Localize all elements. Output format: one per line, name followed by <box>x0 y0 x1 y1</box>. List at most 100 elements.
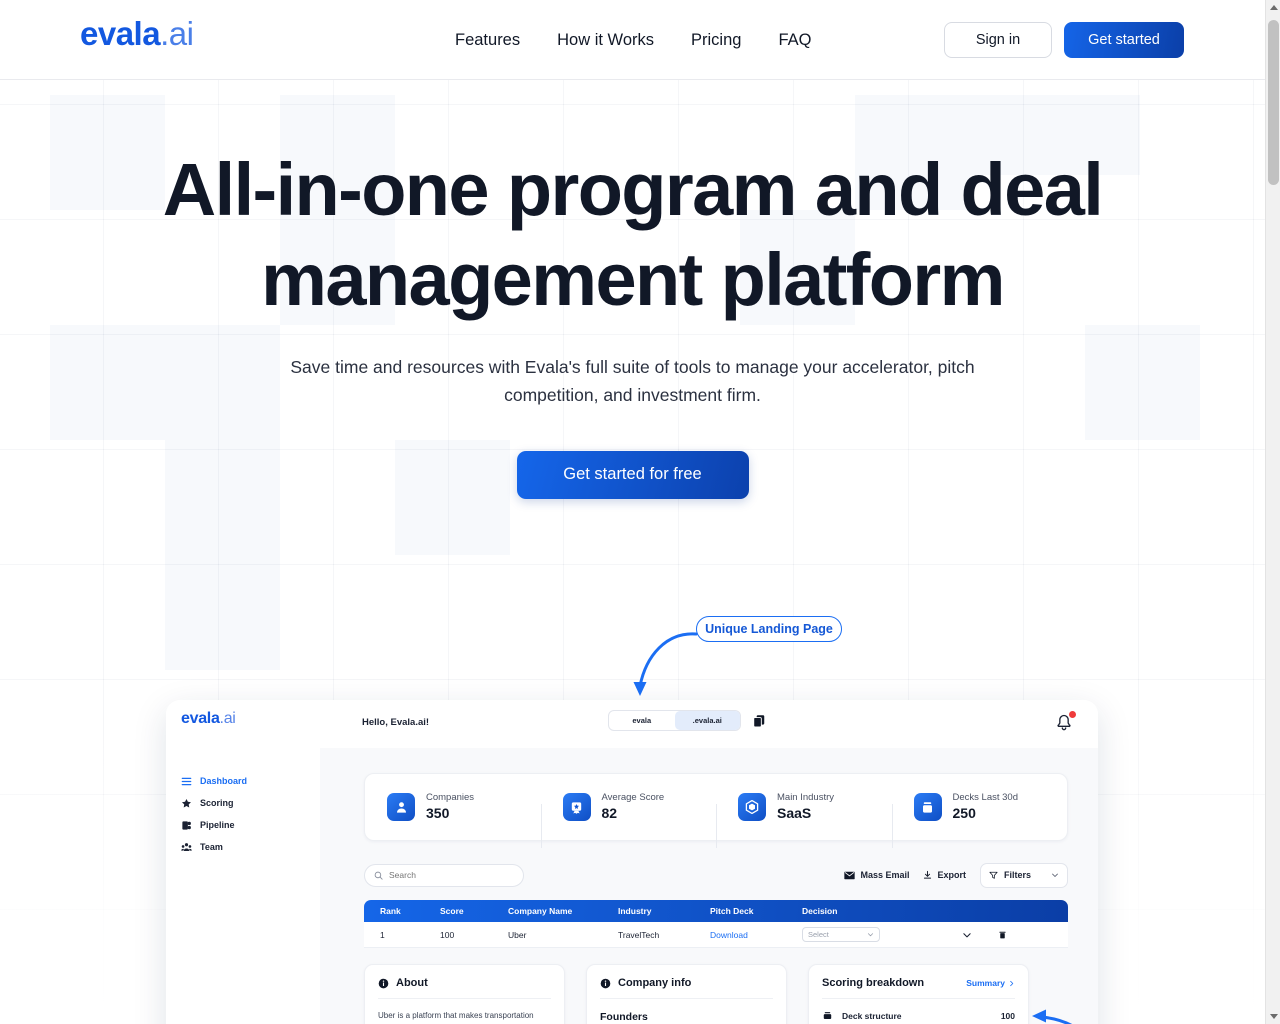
info-icon <box>378 978 389 988</box>
dashboard-sidebar: Dashboard Scoring Pipeline Team <box>166 748 320 1024</box>
search-input[interactable] <box>389 870 509 880</box>
cube-icon <box>738 793 766 821</box>
deck-icon <box>913 793 942 821</box>
nav-item-faq[interactable]: FAQ <box>778 31 811 50</box>
dashboard-mockup: evala.ai Hello, Evala.ai! evala .evala.a… <box>166 700 1098 1024</box>
table-header-row: Rank Score Company Name Industry Pitch D… <box>364 900 1068 922</box>
cell-company-name: Uber <box>508 929 527 940</box>
decision-select-value: Select <box>808 930 829 939</box>
company-info-card-title: Company info <box>618 977 692 989</box>
sidebar-item-label: Pipeline <box>200 820 235 830</box>
menu-icon <box>181 777 192 785</box>
about-card-header: About <box>378 977 551 999</box>
summary-link[interactable]: Summary <box>966 978 1015 988</box>
export-label: Export <box>937 870 966 880</box>
scroll-down-arrow-icon[interactable] <box>1266 1009 1280 1024</box>
company-info-card-header: Company info <box>600 977 773 999</box>
filters-dropdown[interactable]: Filters <box>980 862 1068 888</box>
download-link[interactable]: Download <box>710 930 802 940</box>
cell-industry: TravelTech <box>618 929 660 940</box>
site-header: evala.ai Features How it Works Pricing F… <box>0 0 1265 80</box>
get-started-free-button[interactable]: Get started for free <box>516 450 749 499</box>
table-row[interactable]: 1 100 Uber TravelTech Download Select <box>364 922 1068 948</box>
delete-row-trash-icon[interactable] <box>998 930 1007 940</box>
filters-label: Filters <box>1004 870 1032 880</box>
cell-score: 100 <box>440 929 455 940</box>
column-header-rank: Rank <box>380 906 401 916</box>
sidebar-item-team[interactable]: Team <box>166 836 320 858</box>
company-info-card: Company info Founders Travis Kalanick an… <box>586 964 787 1024</box>
decision-select[interactable]: Select <box>802 927 880 942</box>
kpi-decks-last-30d: Decks Last 30d 250 <box>891 792 1068 848</box>
sidebar-item-scoring[interactable]: Scoring <box>166 792 320 814</box>
deck-icon <box>823 1012 832 1019</box>
header-actions: Sign in Get started <box>944 22 1184 58</box>
page-viewport: evala.ai Features How it Works Pricing F… <box>0 0 1265 1024</box>
scroll-up-arrow-icon[interactable] <box>1266 0 1280 15</box>
kpi-value: SaaS <box>777 805 812 822</box>
chevron-right-icon <box>1010 980 1014 986</box>
hero-cta-wrap: Get started for free <box>0 450 1265 499</box>
sign-in-button[interactable]: Sign in <box>944 22 1052 58</box>
logo-text-bold: evala <box>80 15 161 52</box>
scrollbar-thumb[interactable] <box>1268 20 1279 185</box>
browser-scrollbar[interactable] <box>1265 0 1280 1024</box>
main-nav: Features How it Works Pricing FAQ <box>455 0 811 80</box>
get-started-button[interactable]: Get started <box>1064 22 1184 58</box>
kpi-label: Average Score <box>601 791 665 803</box>
person-icon <box>387 793 415 821</box>
chevron-down-icon <box>867 933 874 937</box>
domain-segment-evala[interactable]: evala <box>609 711 675 730</box>
search-box[interactable] <box>364 863 524 887</box>
sidebar-item-dashboard[interactable]: Dashboard <box>166 770 320 792</box>
score-row-deck-structure: Deck structure 100 <box>822 1005 1015 1024</box>
nav-item-features[interactable]: Features <box>455 31 520 50</box>
column-header-decision: Decision <box>802 906 838 916</box>
about-card: About Uber is a platform that makes tran… <box>364 964 565 1024</box>
team-icon <box>181 842 192 851</box>
hero-section: All-in-one program and deal management p… <box>0 80 1265 1024</box>
notification-badge <box>1069 711 1076 718</box>
kpi-average-score: Average Score 82 <box>540 791 717 848</box>
column-header-company-name: Company Name <box>508 906 573 916</box>
kpi-card-group: Companies 350 Average Score 82 Main Indu… <box>364 773 1068 848</box>
row-actions <box>962 930 1022 940</box>
dashboard-logo[interactable]: evala.ai <box>181 711 236 727</box>
cell-decision: Select <box>802 927 962 942</box>
kpi-value: 82 <box>601 805 618 822</box>
export-button[interactable]: Export <box>923 870 966 880</box>
page-title: All-in-one program and deal management p… <box>162 148 1104 322</box>
score-value: 100 <box>1000 1010 1015 1021</box>
pipeline-icon <box>182 820 191 830</box>
dashboard-body: Dashboard Scoring Pipeline Team Companie… <box>166 748 1098 1024</box>
summary-link-label: Summary <box>966 978 1005 988</box>
expand-row-chevron-icon[interactable] <box>962 930 972 940</box>
hero-subtitle: Save time and resources with Evala's ful… <box>290 356 975 405</box>
sidebar-item-pipeline[interactable]: Pipeline <box>166 814 320 836</box>
nav-item-how-it-works[interactable]: How it Works <box>557 31 654 50</box>
companies-table: Rank Score Company Name Industry Pitch D… <box>364 900 1068 948</box>
info-icon <box>600 978 611 988</box>
star-icon <box>181 798 191 807</box>
copy-icon[interactable] <box>752 713 766 728</box>
mass-email-button[interactable]: Mass Email <box>844 870 909 880</box>
kpi-value: 250 <box>952 805 976 822</box>
scoring-card-title: Scoring breakdown <box>822 977 925 989</box>
callout-unique-landing-page: Unique Landing Page <box>696 616 842 642</box>
nav-item-pricing[interactable]: Pricing <box>691 31 741 50</box>
table-toolbar: Mass Email Export <box>364 862 1068 888</box>
hero-content: All-in-one program and deal management p… <box>0 80 1265 499</box>
sidebar-item-label: Team <box>200 842 223 852</box>
kpi-label: Companies <box>426 791 475 803</box>
site-logo[interactable]: evala.ai <box>80 15 194 52</box>
scoring-breakdown-card: Scoring breakdown Summary Deck structure… <box>808 964 1029 1024</box>
kpi-value: 350 <box>426 805 450 822</box>
domain-segmented-control[interactable]: evala .evala.ai <box>608 710 741 731</box>
mass-email-label: Mass Email <box>860 870 910 880</box>
column-header-pitch-deck: Pitch Deck <box>710 906 754 916</box>
logo-text-light: .ai <box>160 15 194 52</box>
sidebar-item-label: Dashboard <box>200 776 248 786</box>
kpi-main-industry: Main Industry SaaS <box>716 792 892 848</box>
domain-segment-evala-ai[interactable]: .evala.ai <box>674 711 740 730</box>
about-card-title: About <box>396 977 428 989</box>
